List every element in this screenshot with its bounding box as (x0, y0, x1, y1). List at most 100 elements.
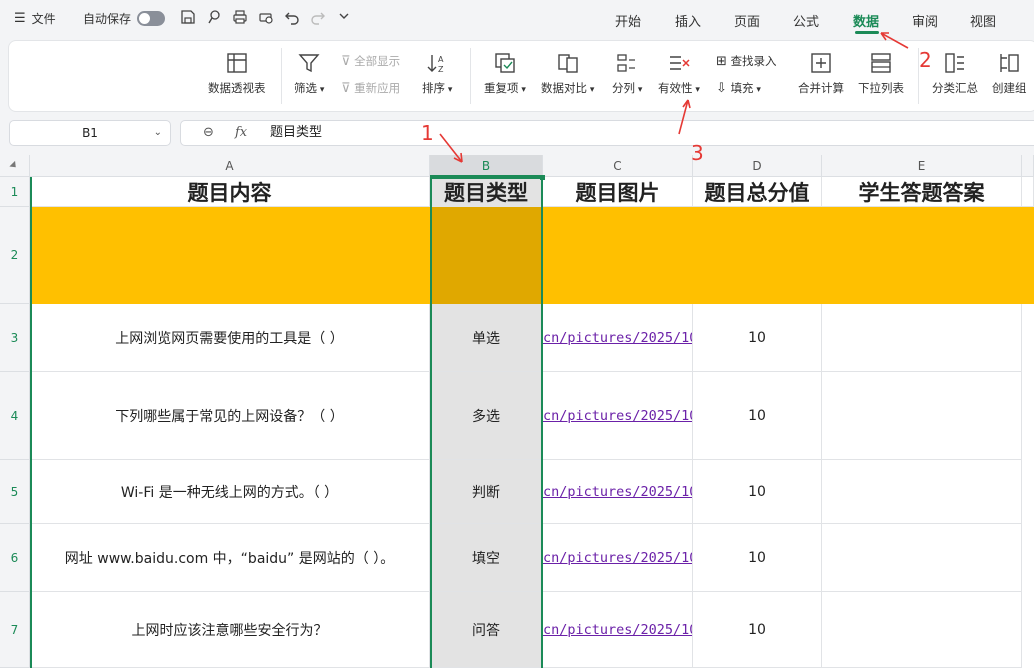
tab-review[interactable]: 审阅 (912, 11, 938, 30)
split-column-icon (617, 54, 636, 72)
subtotal-button[interactable]: 分类汇总 (932, 52, 978, 96)
cell-d2[interactable] (693, 207, 822, 304)
cell-a7[interactable]: 上网时应该注意哪些安全行为？ (30, 592, 430, 668)
tab-view[interactable]: 视图 (970, 11, 996, 30)
cell-b1[interactable]: 题目类型 (430, 177, 543, 207)
cell-a1[interactable]: 题目内容 (30, 177, 430, 207)
cell-e2[interactable] (822, 207, 1034, 304)
cell-e1[interactable]: 学生答题答案 (822, 177, 1022, 207)
cell-d3[interactable]: 10 (693, 304, 822, 372)
row-header-4[interactable]: 4 (0, 372, 30, 460)
row-header-1[interactable]: 1 (0, 177, 30, 207)
cell-d1[interactable]: 题目总分值 (693, 177, 822, 207)
cell-a5[interactable]: Wi-Fi 是一种无线上网的方式。（ ） (30, 460, 430, 524)
show-all-button[interactable]: ⊽ 全部显示 (341, 53, 400, 69)
row-header-3[interactable]: 3 (0, 304, 30, 372)
cell-b6[interactable]: 填空 (430, 524, 543, 592)
autosave-toggle[interactable] (137, 11, 165, 26)
validity-button[interactable]: 有效性 ▾ (658, 52, 700, 96)
cell-f1[interactable] (1022, 177, 1034, 207)
column-header-c[interactable]: C (543, 155, 693, 177)
redo-icon[interactable] (309, 9, 327, 27)
cell-c2[interactable] (543, 207, 693, 304)
cell-c3-link[interactable]: cn/pictures/2025/10 (543, 304, 693, 372)
cell-c4-link[interactable]: cn/pictures/2025/10 (543, 372, 693, 460)
tab-insert[interactable]: 插入 (675, 11, 701, 30)
create-group-label: 创建组 (992, 81, 1027, 95)
fill-button[interactable]: ⇩ 填充 ▾ (716, 80, 761, 96)
tab-formula[interactable]: 公式 (793, 11, 819, 30)
reapply-button[interactable]: ⊽ 重新应用 (341, 80, 400, 96)
cell-e6[interactable] (822, 524, 1022, 592)
column-header-a[interactable]: A (30, 155, 430, 177)
undo-icon[interactable] (283, 9, 301, 27)
reapply-label: 重新应用 (354, 81, 401, 95)
ribbon-divider (470, 48, 471, 104)
cell-c1[interactable]: 题目图片 (543, 177, 693, 207)
data-compare-button[interactable]: 数据对比 ▾ (541, 52, 594, 96)
column-header-e[interactable]: E (822, 155, 1022, 177)
select-all-corner[interactable] (0, 155, 30, 177)
filter-button[interactable]: 筛选 ▾ (294, 52, 324, 96)
lookup-entry-icon: ⊞ (716, 54, 727, 69)
cell-c6-link[interactable]: cn/pictures/2025/10 (543, 524, 693, 592)
cell-c5-link[interactable]: cn/pictures/2025/10 (543, 460, 693, 524)
dropdown-list-button[interactable]: 下拉列表 (858, 52, 904, 96)
annotation-1: 1 (421, 121, 434, 145)
cell-e3[interactable] (822, 304, 1022, 372)
cell-a4[interactable]: 下列哪些属于常见的上网设备？（ ） (30, 372, 430, 460)
formula-bar: B1 ⌄ ⊖ fx 题目类型 (0, 118, 1034, 150)
cell-a3[interactable]: 上网浏览网页需要使用的工具是（ ） (30, 304, 430, 372)
pivot-table-button[interactable]: 数据透视表 (208, 52, 266, 96)
zoom-icon[interactable]: ⊖ (203, 121, 214, 145)
row-header-6[interactable]: 6 (0, 524, 30, 592)
split-column-button[interactable]: 分列 ▾ (612, 52, 642, 96)
print-preview-icon[interactable] (257, 9, 275, 27)
svg-text:A: A (438, 55, 444, 64)
file-menu[interactable]: ☰ 文件 (14, 10, 56, 27)
active-tab-indicator (855, 31, 879, 34)
lookup-entry-button[interactable]: ⊞ 查找录入 (716, 53, 777, 69)
format-painter-icon[interactable] (205, 9, 223, 27)
cell-b2[interactable] (430, 207, 543, 304)
row-selection-edge (30, 177, 32, 668)
tab-page[interactable]: 页面 (734, 11, 760, 30)
cell-c7-link[interactable]: cn/pictures/2025/10 (543, 592, 693, 668)
name-box[interactable]: B1 ⌄ (9, 120, 171, 146)
sort-button[interactable]: AZ 排序 ▾ (422, 52, 452, 96)
create-group-button[interactable]: 创建组 (992, 52, 1027, 96)
cell-e5[interactable] (822, 460, 1022, 524)
column-header-b[interactable]: B (430, 155, 543, 177)
chevron-down-icon[interactable]: ⌄ (154, 121, 162, 145)
column-header-f[interactable] (1022, 155, 1034, 177)
column-header-d[interactable]: D (693, 155, 822, 177)
consolidate-button[interactable]: 合并计算 (798, 52, 844, 96)
cell-e7[interactable] (822, 592, 1022, 668)
formula-input[interactable]: ⊖ fx 题目类型 (180, 120, 1034, 146)
cell-b3[interactable]: 单选 (430, 304, 543, 372)
cell-a2[interactable] (30, 207, 430, 304)
duplicates-button[interactable]: 重复项 ▾ (484, 52, 526, 96)
cell-e4[interactable] (822, 372, 1022, 460)
row-header-7[interactable]: 7 (0, 592, 30, 668)
chevron-down-icon[interactable] (335, 9, 353, 27)
cell-b4[interactable]: 多选 (430, 372, 543, 460)
cell-d7[interactable]: 10 (693, 592, 822, 668)
sort-icon: AZ (427, 55, 444, 74)
cell-b7[interactable]: 问答 (430, 592, 543, 668)
fx-icon[interactable]: fx (235, 121, 247, 145)
row-header-5[interactable]: 5 (0, 460, 30, 524)
save-icon[interactable] (179, 9, 197, 27)
cell-a6[interactable]: 网址 www.baidu.com 中，“baidu” 是网站的（ ）。 (30, 524, 430, 592)
cell-b5[interactable]: 判断 (430, 460, 543, 524)
cell-d6[interactable]: 10 (693, 524, 822, 592)
cell-d5[interactable]: 10 (693, 460, 822, 524)
annotation-3: 3 (691, 141, 704, 165)
tab-home[interactable]: 开始 (615, 11, 641, 30)
cell-d4[interactable]: 10 (693, 372, 822, 460)
subtotal-icon (945, 53, 964, 73)
print-icon[interactable] (231, 9, 249, 27)
fill-icon: ⇩ (716, 81, 727, 96)
row-header-2[interactable]: 2 (0, 207, 30, 304)
tab-data[interactable]: 数据 (853, 11, 879, 30)
